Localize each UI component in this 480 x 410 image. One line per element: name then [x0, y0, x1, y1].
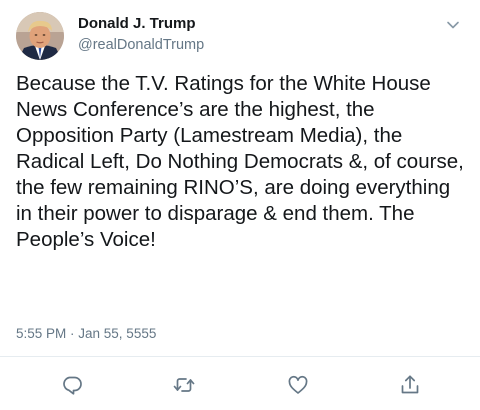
- reply-button[interactable]: [59, 372, 85, 398]
- chevron-down-icon[interactable]: [444, 16, 462, 34]
- tweet-timestamp[interactable]: 5:55 PM · Jan 55, 5555: [16, 325, 156, 343]
- user-handle[interactable]: @realDonaldTrump: [78, 35, 204, 55]
- like-button[interactable]: [285, 372, 311, 398]
- reply-icon: [63, 376, 82, 395]
- avatar[interactable]: [16, 12, 64, 60]
- share-icon: [401, 375, 419, 394]
- tweet-actions: [0, 368, 480, 402]
- author-identity[interactable]: Donald J. Trump @realDonaldTrump: [78, 14, 204, 55]
- tweet-header: Donald J. Trump @realDonaldTrump: [16, 12, 464, 64]
- heart-icon: [288, 375, 308, 394]
- retweet-button[interactable]: [171, 372, 197, 398]
- retweet-icon: [173, 378, 195, 392]
- tweet-card: Donald J. Trump @realDonaldTrump Because…: [0, 0, 480, 410]
- tweet-text: Because the T.V. Ratings for the White H…: [16, 72, 464, 251]
- divider: [0, 356, 480, 357]
- display-name[interactable]: Donald J. Trump: [78, 14, 204, 34]
- share-button[interactable]: [397, 372, 423, 398]
- profile-photo-icon: [16, 12, 64, 60]
